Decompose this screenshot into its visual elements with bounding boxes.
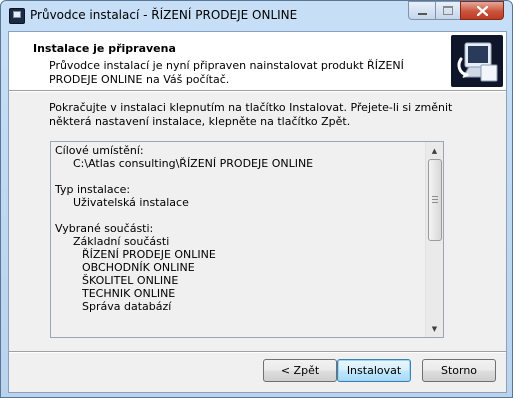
minimize-icon — [417, 12, 427, 15]
page-title: Instalace je připravena — [33, 42, 176, 55]
maximize-button[interactable] — [435, 1, 460, 20]
wizard-header: Instalace je připravena Průvodce instala… — [9, 32, 506, 90]
window-title: Průvodce instalací - ŘÍZENÍ PRODEJE ONLI… — [30, 8, 298, 22]
page-description: Průvodce instalací je nyní připraven nai… — [49, 59, 404, 86]
installer-app-icon — [9, 8, 25, 24]
destination-label: Cílové umístění: — [55, 144, 144, 157]
component-item: OBCHODNÍK ONLINE — [82, 261, 195, 274]
installer-window: Průvodce instalací - ŘÍZENÍ PRODEJE ONLI… — [0, 0, 513, 398]
component-item: ŘÍZENÍ PRODEJE ONLINE — [82, 248, 216, 261]
title-bar[interactable]: Průvodce instalací - ŘÍZENÍ PRODEJE ONLI… — [1, 1, 512, 29]
components-group: Základní součásti — [73, 235, 170, 248]
install-type-value: Uživatelská instalace — [73, 196, 189, 209]
maximize-icon — [443, 6, 453, 15]
scroll-up-arrow-icon[interactable]: ▲ — [426, 142, 443, 159]
install-type-label: Typ instalace: — [55, 183, 131, 196]
installation-summary[interactable]: Cílové umístění: C:\Atlas consulting\ŘÍZ… — [50, 141, 444, 338]
scrollbar-grip-icon — [432, 196, 438, 203]
computer-setup-graphic — [457, 42, 498, 82]
component-item: Správa databází — [82, 300, 172, 313]
scrollbar-thumb[interactable] — [428, 159, 442, 241]
close-icon — [476, 5, 488, 16]
instruction-text: Pokračujte v instalaci klepnutím na tlač… — [49, 101, 453, 128]
wizard-page: Instalace je připravena Průvodce instala… — [8, 31, 507, 393]
component-item: TECHNIK ONLINE — [82, 287, 176, 300]
footer-separator — [9, 351, 506, 353]
computer-setup-icon — [451, 35, 503, 87]
cancel-button[interactable]: Storno — [422, 359, 496, 382]
caption-buttons — [408, 1, 504, 20]
install-button[interactable]: Instalovat — [337, 359, 411, 382]
component-item: ŠKOLITEL ONLINE — [82, 274, 179, 287]
vertical-scrollbar[interactable]: ▲ ▼ — [425, 142, 443, 337]
close-button[interactable] — [460, 1, 504, 20]
destination-value: C:\Atlas consulting\ŘÍZENÍ PRODEJE ONLIN… — [73, 157, 314, 170]
header-separator — [9, 90, 506, 92]
summary-content: Cílové umístění: C:\Atlas consulting\ŘÍZ… — [55, 144, 423, 313]
components-label: Vybrané součásti: — [55, 222, 154, 235]
back-button[interactable]: < Zpět — [263, 359, 337, 382]
scroll-down-arrow-icon[interactable]: ▼ — [426, 320, 443, 337]
minimize-button[interactable] — [408, 1, 435, 20]
